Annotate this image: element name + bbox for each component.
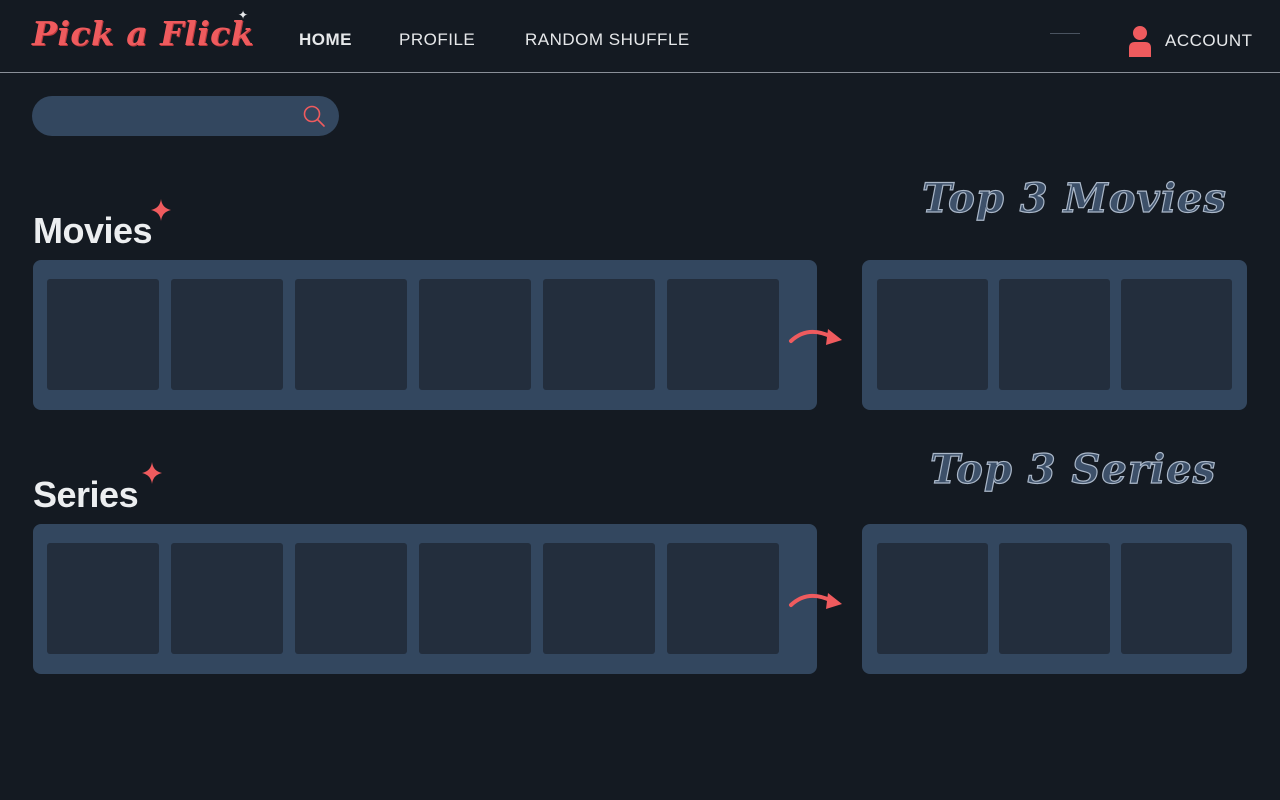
top-3-movies-row (862, 260, 1247, 410)
nav-profile[interactable]: PROFILE (399, 30, 475, 50)
top-navbar: Pick a Flick ✦ HOME PROFILE RANDOM SHUFF… (0, 0, 1280, 73)
top-movie-card[interactable] (877, 279, 988, 390)
series-row (33, 524, 817, 674)
movie-card[interactable] (295, 279, 407, 390)
top-3-series-row (862, 524, 1247, 674)
header-divider (1050, 33, 1080, 34)
series-section-title: Series (33, 474, 139, 515)
top-movie-card[interactable] (1121, 279, 1232, 390)
logo-star-icon: ✦ (238, 8, 249, 22)
curved-arrow-right-icon[interactable] (788, 586, 844, 616)
top-series-card[interactable] (877, 543, 988, 654)
sparkle-icon (151, 199, 171, 221)
series-card[interactable] (419, 543, 531, 654)
user-icon (1129, 26, 1151, 57)
top-movie-card[interactable] (999, 279, 1110, 390)
movie-card[interactable] (667, 279, 779, 390)
top-series-card[interactable] (1121, 543, 1232, 654)
movie-card[interactable] (171, 279, 283, 390)
series-card[interactable] (47, 543, 159, 654)
nav-home[interactable]: HOME (299, 30, 352, 50)
series-card[interactable] (667, 543, 779, 654)
movie-card[interactable] (47, 279, 159, 390)
logo[interactable]: Pick a Flick (32, 14, 254, 53)
movie-card[interactable] (419, 279, 531, 390)
sparkle-icon (142, 462, 162, 484)
account-label: ACCOUNT (1165, 31, 1253, 50)
movies-section-title: Movies (33, 210, 153, 251)
movies-row (33, 260, 817, 410)
curved-arrow-right-icon[interactable] (788, 322, 844, 352)
movie-card[interactable] (543, 279, 655, 390)
series-card[interactable] (543, 543, 655, 654)
series-card[interactable] (171, 543, 283, 654)
series-card[interactable] (295, 543, 407, 654)
top-3-series-title: Top 3 Series (929, 445, 1217, 493)
nav-random-shuffle[interactable]: RANDOM SHUFFLE (525, 30, 690, 50)
account-button[interactable]: ACCOUNT (1128, 24, 1253, 58)
app-root: Pick a Flick ✦ HOME PROFILE RANDOM SHUFF… (0, 0, 1280, 800)
search-input[interactable] (50, 96, 300, 136)
search-bar (32, 96, 339, 136)
top-series-card[interactable] (999, 543, 1110, 654)
top-3-movies-title: Top 3 Movies (921, 174, 1227, 222)
search-icon[interactable] (302, 104, 326, 128)
